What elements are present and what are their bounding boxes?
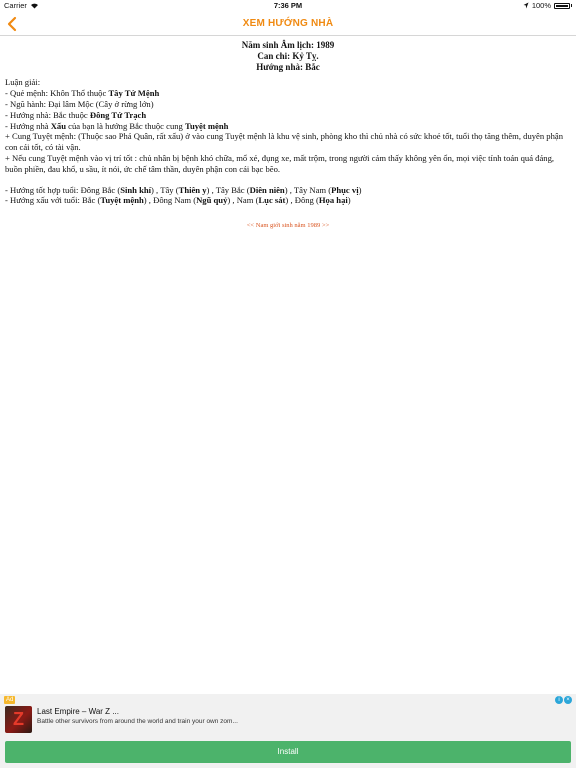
ad-badge: Ad	[4, 696, 16, 704]
lunar-year: Năm sinh Âm lịch: 1989	[241, 40, 335, 50]
location-icon	[523, 2, 529, 9]
good-direction-item: Tây Nam (Phục vị)	[293, 184, 362, 195]
bad-direction-line: - Hướng nhà Xấu của bạn là hướng Bắc thu…	[5, 121, 571, 132]
ad-banner[interactable]: Ad i × Z Last Empire – War Z ... Battle …	[0, 694, 576, 768]
battery-tip	[571, 4, 572, 7]
bad-direction-middle: của bạn là hướng Bắc thuộc cung	[66, 120, 185, 131]
huong-nha-prefix: - Hướng nhà: Bắc thuộc	[5, 109, 90, 120]
app-icon[interactable]: Z	[5, 706, 32, 733]
gender-year-link[interactable]: << Nam giới sinh năm 1989 >>	[5, 221, 571, 232]
status-right: 100%	[523, 1, 572, 10]
bad-directions-prefix: - Hướng xấu với tuổi:	[5, 195, 82, 206]
bad-directions-line: - Hướng xấu với tuổi: Bắc (Tuyệt mệnh) ,…	[5, 195, 351, 206]
battery-percent: 100%	[531, 1, 551, 10]
house-direction: Hướng nhà: Bắc	[256, 61, 320, 72]
install-button[interactable]: Install	[5, 741, 571, 763]
info-icon[interactable]: i	[555, 696, 563, 704]
que-menh-line: - Quẻ mệnh: Khôn Thổ thuộc Tây Tứ Mệnh	[5, 88, 571, 99]
navigation-bar: XEM HƯỚNG NHÀ	[0, 12, 576, 36]
huong-nha-line: - Hướng nhà: Bắc thuộc Đông Tứ Trạch	[5, 110, 571, 121]
clock: 7:36 PM	[273, 1, 303, 10]
good-direction-item: Tây (Thiên y)	[160, 184, 210, 195]
neu-cung-line: + Nếu cung Tuyệt mệnh vào vị trí tốt : c…	[5, 152, 555, 174]
que-menh-prefix: - Quẻ mệnh: Khôn Thổ thuộc	[5, 88, 109, 99]
page-title: XEM HƯỚNG NHÀ	[242, 18, 334, 29]
can-chi: Can chi: Kỷ Tỵ.	[257, 50, 319, 61]
analysis-heading: Luận giải:	[5, 77, 41, 88]
ad-title[interactable]: Last Empire – War Z ...	[37, 707, 119, 716]
close-icon[interactable]: ×	[564, 696, 572, 704]
ngu-hanh-line: - Ngũ hành: Đại lâm Mộc (Cây ở rừng lớn)	[5, 98, 154, 109]
good-direction-item: Đông Bắc (Sinh khí)	[80, 184, 154, 195]
bad-direction-item: Đông Nam (Ngũ quỷ)	[153, 195, 231, 206]
good-directions-prefix: - Hướng tốt hợp tuổi:	[5, 184, 81, 195]
summary-header: Năm sinh Âm lịch: 1989 Can chi: Kỷ Tỵ. H…	[5, 40, 571, 72]
result-content: Năm sinh Âm lịch: 1989 Can chi: Kỷ Tỵ. H…	[5, 40, 571, 232]
bad-palace: Tuyệt mệnh	[185, 120, 229, 131]
bad-direction-prefix: - Hướng nhà	[5, 120, 51, 131]
cung-tuyet-menh-line: + Cung Tuyệt mệnh: (Thuộc sao Phá Quân, …	[5, 131, 564, 153]
que-menh-value: Tây Tứ Mệnh	[108, 88, 160, 99]
ad-description: Battle other survivors from around the w…	[37, 718, 238, 725]
good-directions-line: - Hướng tốt hợp tuổi: Đông Bắc (Sinh khí…	[5, 184, 362, 195]
battery-icon	[554, 2, 570, 9]
bad-direction-item: Nam (Lục sát)	[236, 195, 289, 206]
huong-nha-value: Đông Tứ Trạch	[89, 109, 147, 120]
bad-label: Xấu	[50, 120, 67, 131]
bad-direction-item: Đông (Họa hại)	[294, 195, 351, 206]
status-bar: Carrier 7:36 PM 100%	[0, 0, 576, 12]
ad-choices[interactable]: i ×	[555, 696, 572, 704]
good-direction-item: Tây Bắc (Diên niên)	[215, 184, 288, 195]
bad-direction-item: Bắc (Tuyệt mệnh)	[82, 195, 147, 206]
